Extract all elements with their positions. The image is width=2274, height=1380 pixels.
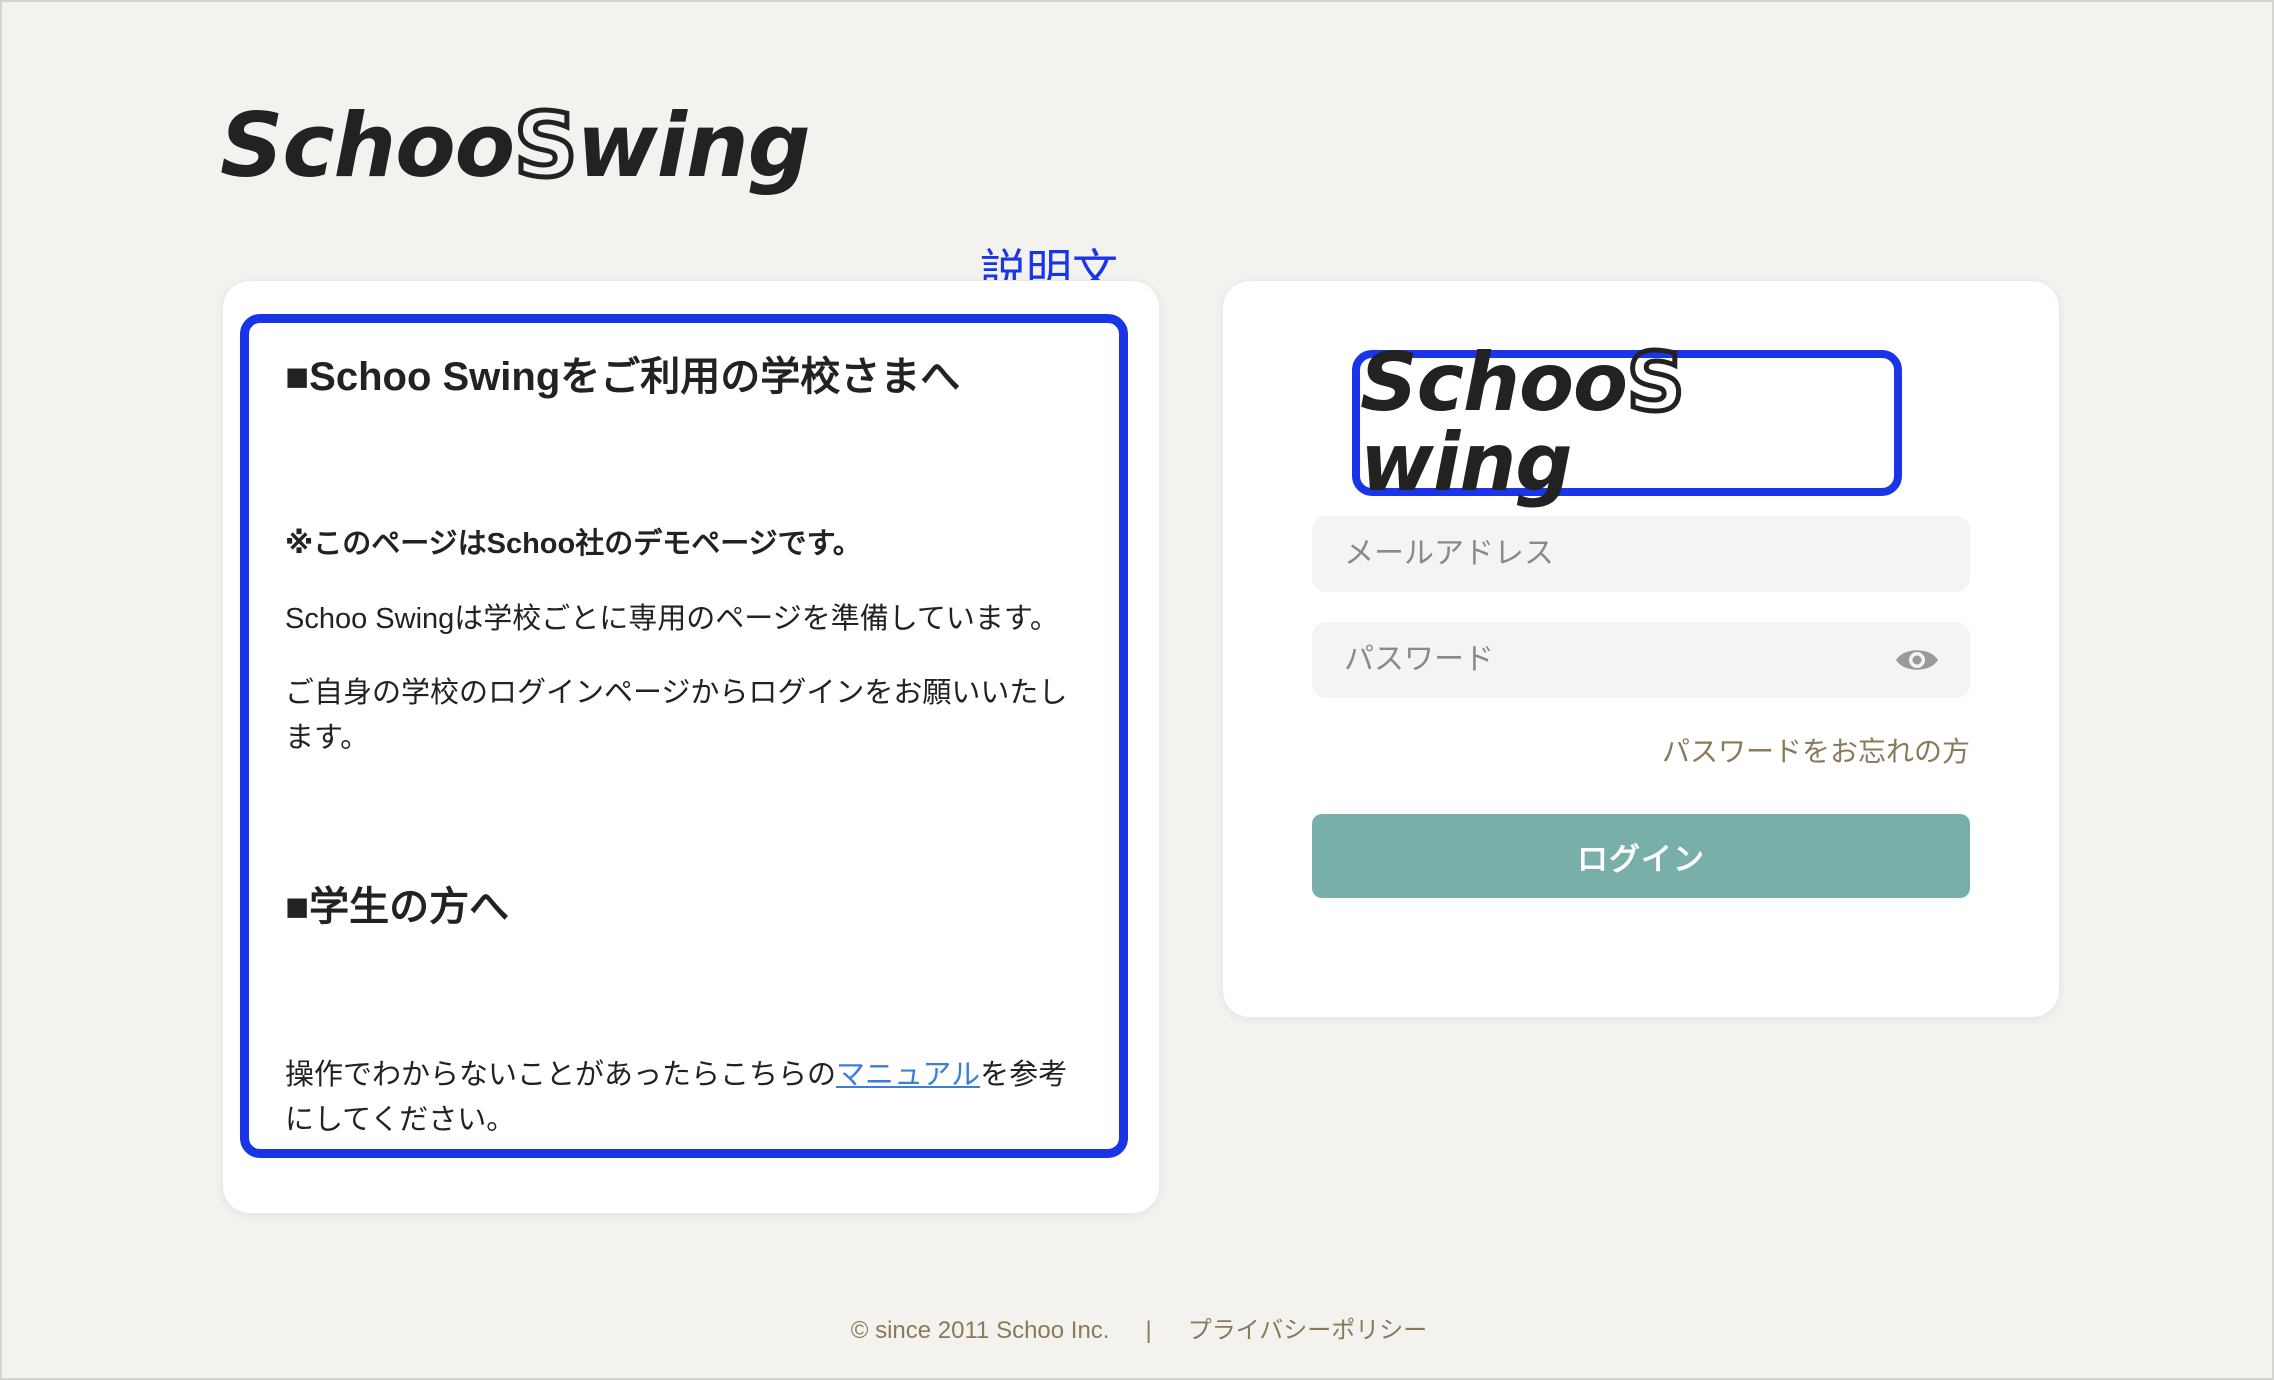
brand-logo-suffix: wing bbox=[576, 94, 811, 197]
demo-note: ※このページはSchoo社のデモページです。 bbox=[285, 528, 862, 560]
brand-logo: SchooSwing bbox=[220, 94, 811, 197]
students-heading: ■学生の方へ bbox=[285, 885, 510, 930]
email-field[interactable] bbox=[1342, 536, 1940, 572]
password-field[interactable] bbox=[1342, 642, 1894, 678]
login-card-logo: SchooSwing bbox=[1360, 336, 1894, 503]
brand-logo-prefix: Schoo bbox=[220, 94, 515, 197]
email-field-container bbox=[1312, 516, 1970, 592]
eye-icon[interactable] bbox=[1894, 645, 1940, 675]
footer-separator: | bbox=[1145, 1317, 1152, 1344]
password-field-container bbox=[1312, 622, 1970, 698]
login-logo-highlight: SchooSwing bbox=[1352, 340, 1902, 503]
footer: © since 2011 Schoo Inc. | プライバシーポリシー bbox=[2, 1310, 2274, 1345]
copyright: © since 2011 Schoo Inc. bbox=[850, 1317, 1110, 1344]
card-logo-s: S bbox=[1624, 336, 1687, 429]
description-paragraph-1: Schoo Swingは学校ごとに専用のページを準備しています。 bbox=[285, 602, 1059, 635]
forgot-password-link[interactable]: パスワードをお忘れの方 bbox=[1602, 730, 1970, 770]
login-button[interactable]: ログイン bbox=[1312, 814, 1970, 898]
description-highlight: ■Schoo Swingをご利用の学校さまへ ※このページはSchoo社のデモペ… bbox=[240, 314, 1128, 1158]
manual-text-before: 操作でわからないことがあったらこちらの bbox=[285, 1059, 837, 1092]
description-paragraph-2: ご自身の学校のログインページからログインをお願いいたします。 bbox=[285, 677, 1068, 755]
brand-logo-s: S bbox=[512, 94, 580, 197]
privacy-policy-link[interactable]: プライバシーポリシー bbox=[1188, 1317, 1428, 1344]
card-logo-suffix: wing bbox=[1360, 416, 1573, 509]
schools-heading: ■Schoo Swingをご利用の学校さまへ bbox=[285, 355, 961, 399]
manual-link[interactable]: マニュアル bbox=[836, 1059, 980, 1091]
manual-paragraph: 操作でわからないことがあったらこちらのマニュアルを参考にしてください。 bbox=[285, 1053, 1087, 1143]
